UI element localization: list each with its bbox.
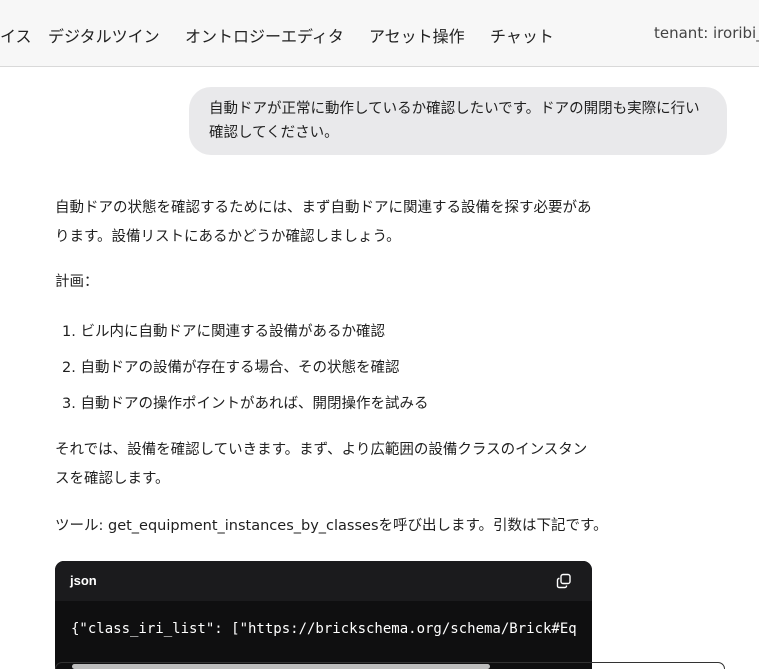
user-message-text: 自動ドアが正常に動作しているか確認したいです。ドアの開閉も実際に行い確認してくだ…	[209, 101, 700, 141]
user-message-bubble: 自動ドアが正常に動作しているか確認したいです。ドアの開閉も実際に行い確認してくだ…	[189, 87, 727, 155]
nav-item-device[interactable]: イス	[0, 23, 32, 47]
top-navigation-bar: イス デジタルツイン オントロジーエディタ アセット操作 チャット tenant…	[0, 0, 759, 67]
plan-item: 1. ビル内に自動ドアに関連する設備があるか確認	[62, 324, 385, 340]
code-line: {"class_iri_list": ["https://brickschema…	[71, 621, 577, 637]
plan-item: 3. 自動ドアの操作ポイントがあれば、開閉操作を試みる	[62, 396, 429, 412]
plan-list: 1. ビル内に自動ドアに関連する設備があるか確認 2. 自動ドアの設備が存在する…	[62, 314, 428, 422]
code-scrollbar-thumb[interactable]	[72, 664, 490, 669]
code-block-header: json	[55, 561, 592, 601]
nav-item-chat[interactable]: チャット	[490, 23, 554, 47]
code-block: json {"class_iri_list": ["https://bricks…	[55, 561, 592, 669]
assistant-plan-heading: 計画：	[55, 274, 99, 290]
assistant-tool-call-text: ツール: get_equipment_instances_by_classesを…	[55, 518, 608, 534]
plan-item: 2. 自動ドアの設備が存在する場合、その状態を確認	[62, 360, 400, 376]
assistant-paragraph-next: それでは、設備を確認していきます。まず、より広範囲の設備クラスのインスタンスを確…	[55, 442, 588, 487]
code-language-label: json	[70, 573, 97, 588]
nav-item-asset-operation[interactable]: アセット操作	[369, 23, 465, 47]
assistant-paragraph-intro: 自動ドアの状態を確認するためには、まず自動ドアに関連する設備を探す必要があります…	[55, 200, 592, 245]
nav-item-ontology-editor[interactable]: オントロジーエディタ	[185, 23, 344, 47]
nav-item-digital-twin[interactable]: デジタルツイン	[48, 23, 160, 47]
copy-icon[interactable]	[556, 573, 572, 589]
tenant-label: tenant: iroribi_t	[654, 24, 759, 42]
